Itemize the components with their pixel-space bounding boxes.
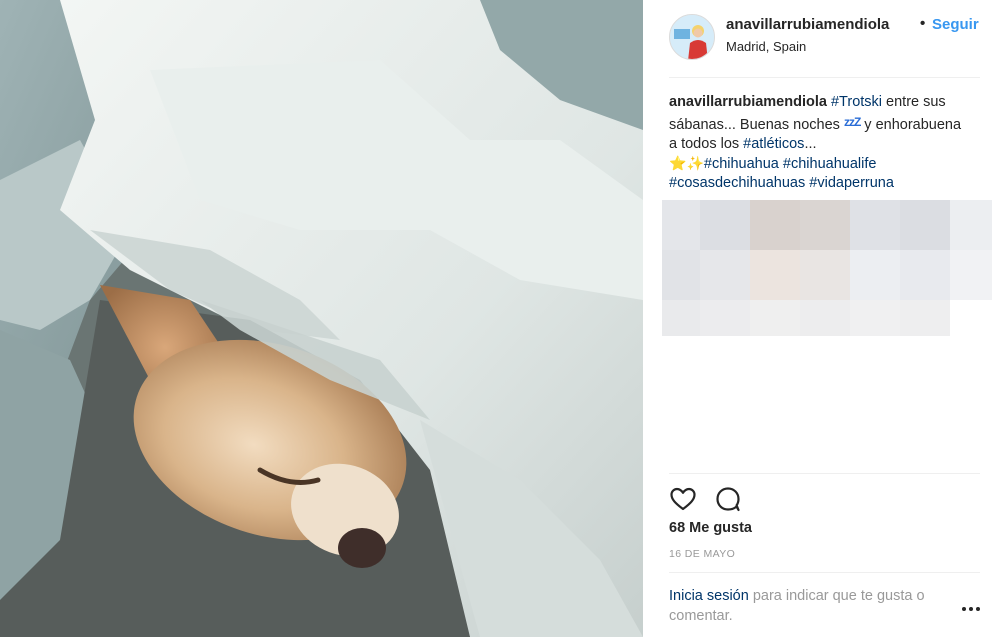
- post-date[interactable]: 16 DE MAYO: [669, 548, 735, 560]
- comment-icon: [716, 487, 740, 512]
- avatar[interactable]: [669, 14, 715, 60]
- likes-count[interactable]: 68 Me gusta: [669, 520, 752, 536]
- actions-divider: [669, 473, 980, 474]
- profile-avatar-icon: [670, 15, 714, 59]
- comment-button[interactable]: [714, 485, 742, 513]
- heart-icon: [670, 487, 696, 511]
- like-button[interactable]: [669, 485, 697, 513]
- hashtag-cosasdechihuahuas[interactable]: #cosasdechihuahuas: [669, 175, 805, 191]
- more-options-button[interactable]: [961, 604, 981, 614]
- pixelated-comments-area: [662, 200, 992, 336]
- hashtag-vidaperruna[interactable]: #vidaperruna: [809, 175, 894, 191]
- zzz-emoji: zzZ: [843, 114, 861, 129]
- hashtag-chihuahualife[interactable]: #chihuahualife: [783, 156, 877, 172]
- hashtag-trotski[interactable]: #Trotski: [831, 94, 882, 110]
- header-divider: [669, 77, 980, 78]
- chihuahua-under-blanket-image: [0, 0, 643, 637]
- star-emoji: ⭐: [669, 155, 687, 172]
- post-side-panel: anavillarrubiamendiola • Seguir Madrid, …: [643, 0, 1000, 637]
- author-username[interactable]: anavillarrubiamendiola: [726, 16, 889, 33]
- post-location[interactable]: Madrid, Spain: [726, 39, 806, 54]
- sparkles-emoji: ✨: [686, 155, 704, 172]
- separator-dot: •: [920, 15, 926, 32]
- follow-button[interactable]: Seguir: [932, 16, 979, 33]
- post-caption: anavillarrubiamendiola #Trotski entre su…: [669, 93, 969, 194]
- post-header: anavillarrubiamendiola • Seguir Madrid, …: [669, 12, 985, 72]
- footer-divider: [669, 572, 980, 573]
- more-options-icon: [962, 607, 980, 611]
- post-actions: [669, 485, 869, 513]
- hashtag-chihuahua[interactable]: #chihuahua: [704, 156, 779, 172]
- post-photo[interactable]: [0, 0, 643, 637]
- login-prompt: Inicia sesión para indicar que te gusta …: [669, 586, 959, 626]
- login-link[interactable]: Inicia sesión: [669, 588, 749, 604]
- caption-text: ...: [804, 136, 817, 152]
- hashtag-atleticos[interactable]: #atléticos: [743, 136, 804, 152]
- caption-username[interactable]: anavillarrubiamendiola: [669, 94, 827, 110]
